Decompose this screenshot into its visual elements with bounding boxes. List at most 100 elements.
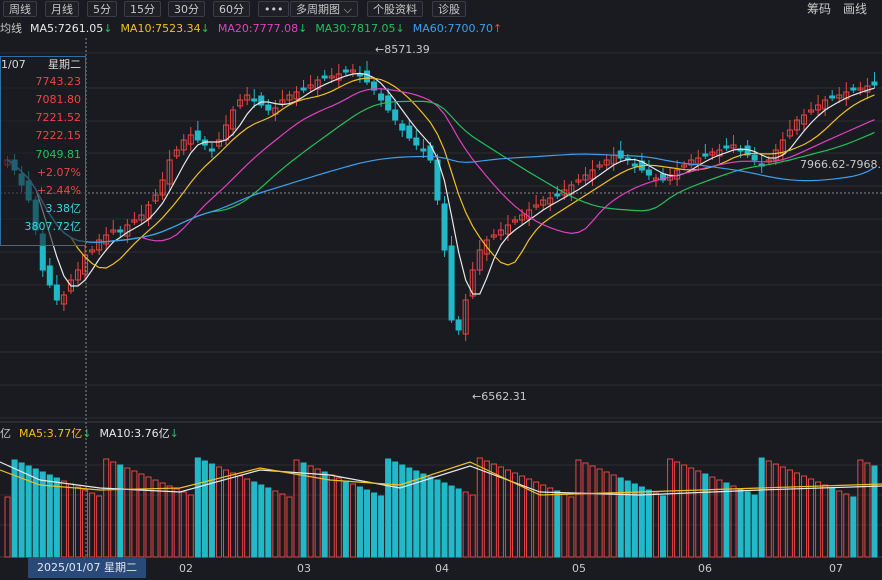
volume-bar — [793, 472, 800, 558]
volume-bar — [504, 469, 511, 558]
kline-chart[interactable]: ←8571.39 ←6562.31 7966.62-7968.7 — [0, 0, 882, 580]
tooltip-amount: 3807.72亿 — [24, 220, 82, 233]
volume-bar — [476, 457, 483, 558]
volume-bar — [272, 490, 279, 558]
volume-bar — [645, 489, 652, 558]
candle-body — [751, 154, 758, 161]
volume-bar — [603, 471, 610, 558]
ma10-label: MA10:7523.34↓ — [120, 22, 210, 35]
volume-bar — [60, 480, 67, 558]
x-tick-06: 06 — [698, 562, 712, 575]
x-tick-05: 05 — [572, 562, 586, 575]
volume-bar — [765, 460, 772, 558]
cursor-tooltip: 1/07 星期二 7743.23 7081.80 7221.52 7222.15 … — [0, 56, 86, 246]
volume-bar — [864, 462, 871, 558]
tooltip-low: 7221.52 — [35, 111, 82, 124]
volume-bar — [540, 484, 547, 558]
candle-body — [265, 104, 272, 111]
volume-bar — [265, 487, 272, 558]
range-annotation: 7966.62-7968.7 — [800, 158, 882, 171]
volume-bar — [744, 491, 751, 558]
candle-body — [702, 153, 709, 157]
volume-bar — [808, 478, 815, 558]
candle-body — [645, 169, 652, 176]
volume-bar — [244, 478, 251, 558]
volume-bar — [596, 468, 603, 558]
candle-body — [617, 150, 624, 159]
candle-body — [117, 229, 124, 233]
candle-body — [392, 109, 399, 121]
tooltip-prev: 7049.81 — [35, 148, 82, 161]
volume-bar — [208, 463, 215, 558]
volume-bar — [371, 492, 378, 558]
candle-body — [194, 130, 201, 141]
candle-body — [420, 148, 427, 152]
volume-bar — [610, 474, 617, 558]
x-tick-03: 03 — [297, 562, 311, 575]
volume-bar — [786, 469, 793, 558]
candle-body — [871, 81, 878, 86]
volume-bar — [723, 482, 730, 558]
x-tick-02: 02 — [179, 562, 193, 575]
volume-bar — [638, 486, 645, 558]
candle-body — [321, 75, 328, 79]
x-tick-04: 04 — [435, 562, 449, 575]
volume-bar — [258, 484, 265, 558]
candle-body — [850, 87, 857, 91]
volume-bar — [688, 467, 695, 558]
volume-bar — [681, 464, 688, 558]
ma60-arrow: ↑ — [492, 22, 503, 35]
candle-body — [406, 125, 413, 139]
volume-bar — [455, 488, 462, 558]
candle-body — [378, 93, 385, 101]
candle-body — [723, 145, 730, 149]
volume-bar — [342, 480, 349, 558]
volume-bar — [399, 464, 406, 558]
ma30-arrow: ↓ — [395, 22, 405, 35]
candle-body — [631, 163, 638, 167]
candle-body — [829, 95, 836, 99]
ma-legend: 均线 MA5:7261.05↓ MA10:7523.34↓ MA20:7777.08↓… — [0, 20, 510, 38]
volume-bar — [737, 488, 744, 558]
ma20-label: MA20:7777.08↓ — [217, 22, 308, 35]
volume-bar — [582, 462, 589, 558]
vol-ma10-arrow: ↓ — [169, 427, 179, 440]
volume-bar — [667, 458, 674, 558]
volume-bar — [617, 477, 624, 558]
volume-bar — [434, 479, 441, 558]
candle-body — [342, 69, 349, 73]
volume-bar — [138, 473, 145, 558]
volume-bar — [554, 490, 561, 558]
volume-bar — [674, 461, 681, 558]
candle-body — [208, 148, 215, 152]
tooltip-volume: 3.38亿 — [45, 202, 82, 215]
x-cursor-label: 2025/01/07 星期二 — [28, 558, 146, 578]
volume-bar — [300, 462, 307, 558]
ma60-line — [7, 153, 875, 243]
tooltip-weekday: 星期二 — [48, 58, 81, 71]
tooltip-change: +2.07% — [36, 166, 81, 179]
volume-bar — [490, 463, 497, 558]
volume-bar — [857, 459, 864, 558]
volume-bar — [575, 459, 582, 558]
ma5-arrow: ↓ — [103, 22, 113, 35]
volume-bar — [223, 469, 230, 558]
volume-bar — [695, 470, 702, 558]
volume-bar — [110, 461, 117, 558]
volume-bar — [511, 472, 519, 558]
candle-body — [363, 70, 371, 83]
volume-bar — [328, 474, 335, 558]
volume-bar — [335, 477, 342, 558]
volume-bar — [124, 467, 131, 558]
volume-bar — [152, 479, 159, 558]
volume-bar — [194, 457, 201, 558]
tooltip-high: 7081.80 — [35, 93, 82, 106]
volume-bar — [96, 495, 103, 558]
volume-bar — [850, 496, 857, 558]
volume-bar — [314, 468, 321, 558]
volume-bar — [519, 475, 526, 558]
volume-bar — [74, 486, 82, 558]
volume-bar — [187, 494, 194, 558]
volume-bar — [730, 485, 737, 558]
candle-body — [413, 137, 420, 146]
